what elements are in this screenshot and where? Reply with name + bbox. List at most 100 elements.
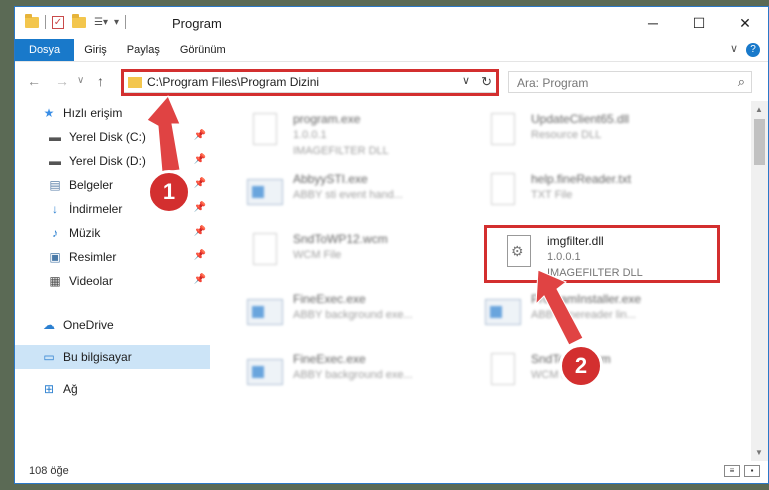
chevron-up-icon[interactable]: ∨	[730, 42, 738, 55]
text-file-icon	[485, 173, 521, 213]
tab-view[interactable]: Görünüm	[170, 39, 236, 61]
drive-icon: ▬	[49, 130, 61, 144]
window-controls: ─ ☐ ✕	[630, 7, 768, 39]
close-button[interactable]: ✕	[722, 7, 768, 39]
pin-icon[interactable]: 📌	[194, 250, 206, 261]
callout-2-badge: 2	[559, 344, 603, 388]
search-box[interactable]: Ara: Program ⌕	[508, 71, 752, 93]
pin-icon[interactable]: 📌	[194, 274, 206, 285]
sidebar-item-onedrive[interactable]: ☁ OneDrive	[15, 313, 210, 337]
file-name: FineExec.exe	[293, 352, 366, 366]
application-icon	[247, 293, 283, 333]
file-name: UpdateClient65.dll	[531, 112, 630, 126]
scrollbar-thumb[interactable]	[754, 119, 765, 165]
new-folder-icon[interactable]	[72, 13, 86, 28]
dll-file-icon	[485, 113, 521, 153]
file-item[interactable]: FineExec.exe ABBY background exe...	[235, 287, 465, 343]
file-highlight-box	[484, 225, 720, 283]
separator	[45, 15, 46, 29]
sidebar-item-label: Müzik	[69, 226, 101, 240]
file-item[interactable]: AbbyySTI.exe ABBY sti event hand...	[235, 167, 465, 223]
pin-icon[interactable]: 📌	[194, 178, 206, 189]
item-count: 108 öğe	[29, 465, 69, 477]
sidebar-item-music[interactable]: ♪ Müzik 📌	[15, 221, 210, 245]
pin-icon[interactable]: 📌	[194, 154, 206, 165]
cloud-icon: ☁	[43, 318, 55, 332]
file-name: program.exe	[293, 112, 361, 126]
folder-icon[interactable]	[25, 13, 39, 28]
download-icon: ↓	[52, 202, 58, 216]
file-item[interactable]: UpdateClient65.dll Resource DLL	[473, 107, 703, 163]
window-title: Program	[172, 16, 222, 31]
drive-icon: ▬	[49, 154, 61, 168]
file-description: ABBY background exe...	[293, 369, 413, 381]
file-description: ABBY background exe...	[293, 309, 413, 321]
properties-icon[interactable]: ✓	[52, 15, 64, 29]
up-arrow-icon[interactable]: ↑	[97, 73, 104, 89]
sidebar-item-label: Bu bilgisayar	[63, 350, 132, 364]
vertical-scrollbar[interactable]: ▲ ▼	[751, 101, 768, 461]
search-icon[interactable]: ⌕	[738, 74, 745, 90]
file-item[interactable]: SndToWP12.wcm WCM File	[235, 227, 465, 283]
scroll-down-icon[interactable]: ▼	[755, 448, 763, 457]
file-description: WCM File	[293, 249, 342, 261]
file-item[interactable]: program.exe 1.0.0.1 IMAGEFILTER DLL	[235, 107, 465, 163]
help-icon[interactable]: ?	[746, 43, 760, 57]
pin-icon[interactable]: 📌	[194, 226, 206, 237]
file-description: ABBY finereader lin...	[531, 309, 636, 321]
file-description: Resource DLL	[531, 129, 602, 141]
tab-home[interactable]: Giriş	[74, 39, 117, 61]
sidebar-item-label: Resimler	[69, 250, 117, 264]
documents-icon: ▤	[49, 178, 61, 192]
pictures-icon: ▣	[49, 250, 61, 264]
scroll-up-icon[interactable]: ▲	[755, 105, 763, 114]
file-description: TXT File	[531, 189, 573, 201]
customize-toolbar-icon[interactable]: ☰▾	[94, 17, 108, 28]
file-version: 1.0.0.1	[293, 129, 327, 141]
sidebar-item-label: Ağ	[63, 382, 78, 396]
details-view-icon[interactable]: ≡	[724, 465, 740, 477]
sidebar-item-local-disk-d[interactable]: ▬ Yerel Disk (D:) 📌	[15, 149, 210, 173]
sidebar-item-quick-access[interactable]: ★ Hızlı erişim	[15, 101, 210, 125]
sidebar-item-label: Yerel Disk (D:)	[69, 154, 146, 168]
application-icon	[485, 293, 521, 333]
ribbon-tabs: Dosya Giriş Paylaş Görünüm	[15, 39, 768, 62]
back-arrow-icon[interactable]: ←	[27, 73, 41, 89]
star-icon: ★	[43, 106, 55, 120]
sidebar-item-label: Hızlı erişim	[63, 106, 123, 120]
network-icon: ⊞	[43, 382, 55, 396]
maximize-button[interactable]: ☐	[676, 7, 722, 39]
file-name: SndToWP12.wcm	[293, 232, 388, 246]
large-icons-view-icon[interactable]: ▪	[744, 465, 760, 477]
dropdown-icon[interactable]: ▾	[114, 17, 119, 28]
callout-1-badge: 1	[147, 170, 191, 214]
title-bar: ✓ ☰▾ ▾ Program ─ ☐ ✕	[15, 7, 768, 39]
generic-file-icon	[247, 233, 283, 273]
file-explorer-window: ✓ ☰▾ ▾ Program ─ ☐ ✕ Dosya Giriş Paylaş …	[14, 6, 769, 484]
pin-icon[interactable]: 📌	[194, 130, 206, 141]
file-item[interactable]: help.fineReader.txt TXT File	[473, 167, 703, 223]
sidebar-item-this-pc[interactable]: ▭ Bu bilgisayar	[15, 345, 210, 369]
file-name: ProgramInstaller.exe	[531, 292, 642, 306]
tab-share[interactable]: Paylaş	[117, 39, 170, 61]
file-name: AbbyySTI.exe	[293, 172, 368, 186]
sidebar-item-label: OneDrive	[63, 318, 114, 332]
file-name: FineExec.exe	[293, 292, 366, 306]
sidebar-item-network[interactable]: ⊞ Ağ	[15, 377, 210, 401]
sidebar-item-pictures[interactable]: ▣ Resimler 📌	[15, 245, 210, 269]
forward-arrow-icon[interactable]: →	[55, 73, 69, 89]
sidebar-item-local-disk-c[interactable]: ▬ Yerel Disk (C:) 📌	[15, 125, 210, 149]
file-item[interactable]: ProgramInstaller.exe ABBY finereader lin…	[473, 287, 703, 343]
application-icon	[247, 353, 283, 393]
sidebar-item-label: İndirmeler	[69, 202, 123, 216]
pin-icon[interactable]: 📌	[194, 202, 206, 213]
file-item[interactable]: FineExec.exe ABBY background exe...	[235, 347, 465, 403]
minimize-button[interactable]: ─	[630, 7, 676, 39]
file-description: IMAGEFILTER DLL	[293, 145, 389, 157]
videos-icon: ▦	[49, 274, 61, 288]
sidebar-item-videos[interactable]: ▦ Videolar 📌	[15, 269, 210, 293]
recent-locations-icon[interactable]: ∨	[77, 75, 84, 86]
tab-file[interactable]: Dosya	[15, 39, 75, 61]
sidebar-item-label: Belgeler	[69, 178, 114, 192]
computer-icon: ▭	[43, 350, 55, 364]
